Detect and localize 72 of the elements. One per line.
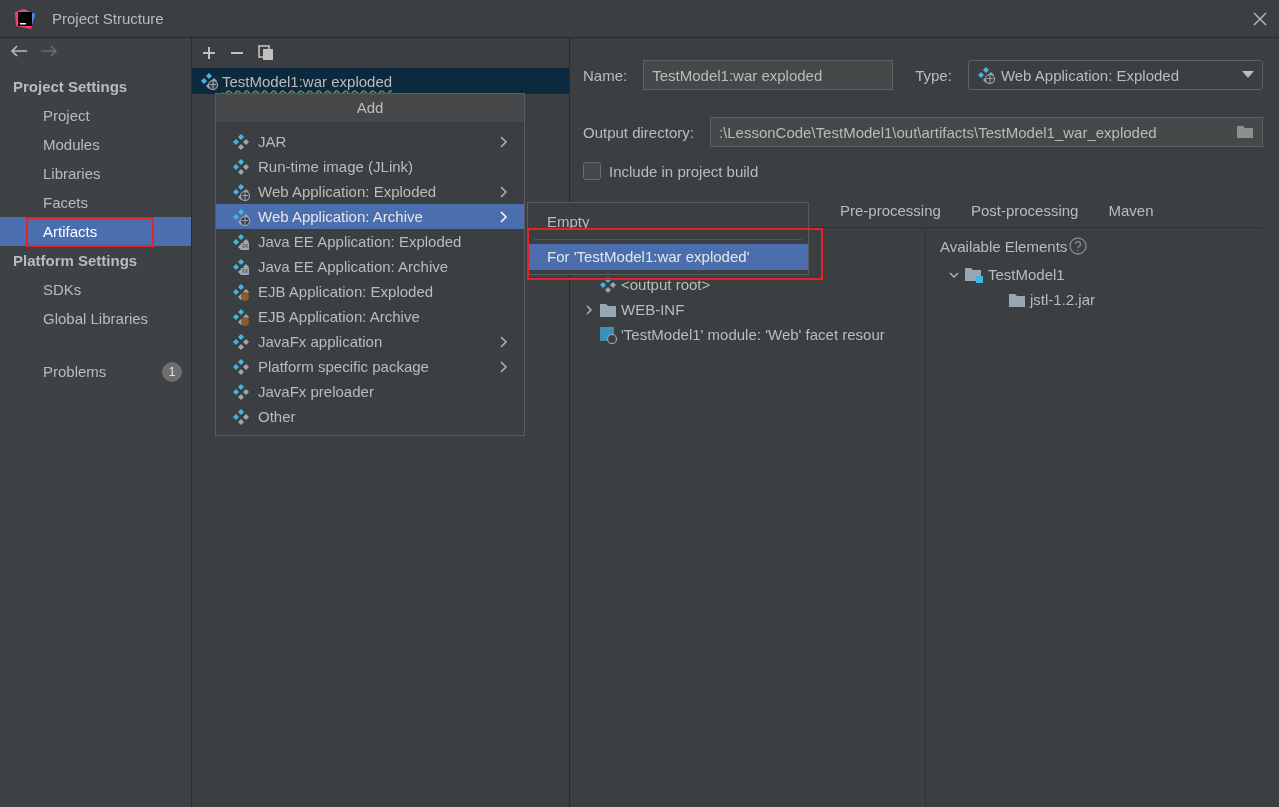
- artifact-icon: [232, 207, 250, 226]
- name-field[interactable]: TestModel1:war exploded: [643, 60, 894, 90]
- menu-item[interactable]: Java EE Application: Exploded: [216, 229, 524, 254]
- add-icon[interactable]: [202, 46, 216, 60]
- menu-item[interactable]: For 'TestModel1:war exploded': [528, 244, 808, 270]
- tree-node-label[interactable]: <output root>: [621, 276, 711, 293]
- menu-item[interactable]: JAR: [216, 129, 524, 154]
- artifact-row[interactable]: TestModel1:war exploded: [192, 68, 569, 94]
- folder-icon: [1008, 291, 1026, 308]
- count-badge: 1: [162, 361, 182, 382]
- artifact-icon: [232, 182, 250, 201]
- artifact-icon: [599, 275, 617, 294]
- sidebar-item[interactable]: Global Libraries: [0, 304, 191, 333]
- checkbox-label: Include in project build: [609, 162, 759, 180]
- menu-item[interactable]: Platform specific package: [216, 354, 524, 379]
- artifact-icon: [232, 232, 250, 251]
- close-icon[interactable]: [1253, 11, 1267, 26]
- checkbox[interactable]: [583, 162, 601, 180]
- expand-chevron-icon[interactable]: [583, 303, 595, 316]
- type-dropdown[interactable]: Web Application: Exploded: [967, 60, 1263, 90]
- menu-title: Add: [216, 94, 524, 122]
- menu-item[interactable]: JavaFx preloader: [216, 379, 524, 404]
- folder-icon[interactable]: [1236, 125, 1254, 139]
- help-icon[interactable]: [1069, 237, 1088, 255]
- sidebar-item[interactable]: SDKs: [0, 275, 191, 304]
- dropdown-caret-icon: [1242, 71, 1254, 79]
- tree-node-label[interactable]: WEB-INF: [621, 301, 685, 318]
- menu-item[interactable]: Run-time image (JLink): [216, 154, 524, 179]
- sidebar-item[interactable]: Modules: [0, 130, 191, 159]
- artifact-icon: [232, 132, 250, 151]
- sidebar-item[interactable]: Libraries: [0, 159, 191, 188]
- sidebar-item[interactable]: Problems: [43, 363, 107, 380]
- tree-node-label[interactable]: 'TestModel1' module: 'Web' facet resour: [621, 326, 885, 343]
- tab[interactable]: Maven: [1108, 196, 1154, 226]
- menu-item[interactable]: EJB Application: Archive: [216, 304, 524, 329]
- section-title: Project Settings: [12, 77, 129, 97]
- section-title: Platform Settings: [12, 251, 139, 271]
- module-folder-icon: [964, 266, 984, 283]
- sidebar-item[interactable]: Artifacts: [0, 217, 191, 246]
- artifact-icon: [232, 307, 250, 326]
- field-label: Name:: [583, 66, 628, 84]
- artifact-icon: [232, 332, 250, 351]
- app-logo-icon: [14, 7, 36, 30]
- output-directory-field[interactable]: :\LessonCode\TestModel1\out\artifacts\TestModel1_war_exploded: [709, 117, 1263, 147]
- window-title: Project Structure: [52, 10, 165, 27]
- artifact-icon: [232, 382, 250, 401]
- facet-icon: [599, 325, 617, 344]
- panel-title: Available Elements: [940, 237, 1068, 255]
- menu-item[interactable]: Other: [216, 404, 524, 429]
- artifact-icon: [232, 282, 250, 301]
- field-label: Output directory:: [583, 123, 694, 141]
- artifact-icon: [232, 357, 250, 376]
- artifact-icon: [232, 407, 250, 426]
- menu-item[interactable]: Java EE Application: Archive: [216, 254, 524, 279]
- field-label: Type:: [915, 66, 952, 84]
- menu-item[interactable]: EJB Application: Exploded: [216, 279, 524, 304]
- menu-item[interactable]: Web Application: Exploded: [216, 179, 524, 204]
- sidebar-item[interactable]: Project: [0, 101, 191, 130]
- menu-item[interactable]: JavaFx application: [216, 329, 524, 354]
- menu-item[interactable]: Web Application: Archive: [216, 204, 524, 229]
- copy-icon[interactable]: [258, 45, 274, 61]
- tree-node-label[interactable]: TestModel1: [988, 266, 1065, 283]
- artifact-icon: [232, 157, 250, 176]
- back-arrow-icon[interactable]: [10, 44, 28, 58]
- tab[interactable]: Post-processing: [970, 196, 1079, 226]
- artifact-icon: [232, 257, 250, 276]
- tree-node-label[interactable]: jstl-1.2.jar: [1030, 291, 1096, 308]
- sidebar-item[interactable]: Facets: [0, 188, 191, 217]
- folder-icon: [599, 301, 617, 318]
- artifact-icon: [200, 72, 218, 90]
- tab[interactable]: Pre-processing: [840, 196, 941, 226]
- artifact-icon: [976, 66, 995, 84]
